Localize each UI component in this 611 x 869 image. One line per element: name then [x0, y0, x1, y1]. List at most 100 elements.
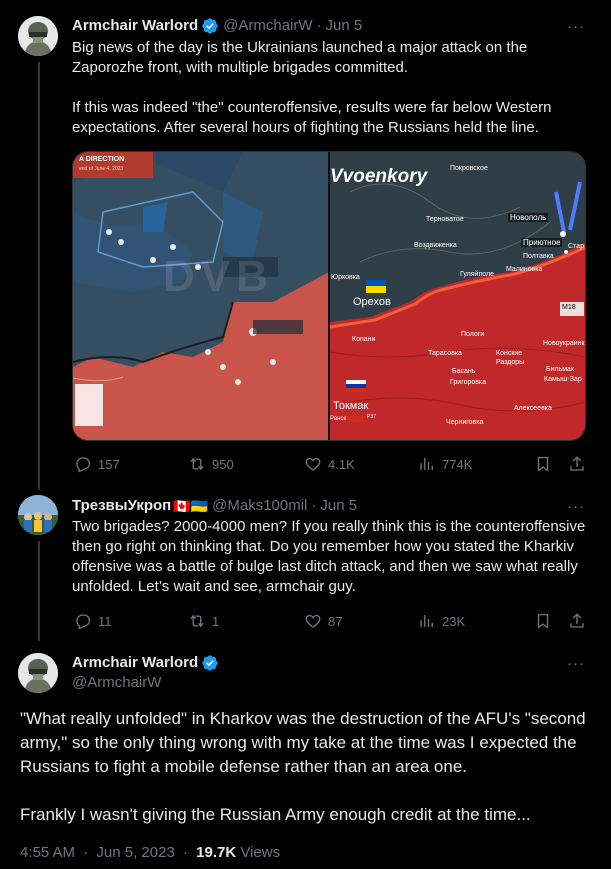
tweet-text: Two brigades? 2000-4000 men? If you real… — [72, 518, 586, 595]
map-label: Приютное — [521, 238, 563, 247]
tweet-date[interactable]: Jun 5 — [320, 496, 357, 516]
tweet-header: ТрезвыУкроп 🇨🇦🇺🇦 @Maks100mil · Jun 5 — [72, 496, 357, 516]
map-label: Копани — [352, 336, 376, 343]
avatar[interactable] — [18, 495, 58, 535]
views-icon — [420, 458, 433, 470]
tweet-paragraph: Big news of the day is the Ukrainians la… — [72, 39, 528, 76]
share-icon — [570, 456, 584, 471]
tweet-text: Big news of the day is the Ukrainians la… — [72, 38, 592, 138]
repost-icon — [190, 614, 204, 628]
reply-button[interactable]: 11 — [74, 611, 112, 631]
thread-line — [38, 62, 40, 490]
tweet-paragraph: Frankly I wasn't giving the Russian Army… — [20, 805, 531, 824]
road-label: M18 — [562, 304, 576, 311]
reply-icon — [76, 457, 91, 473]
more-options-icon[interactable]: ··· — [566, 16, 586, 36]
share-button[interactable] — [568, 611, 586, 631]
map-label: Орехов — [353, 296, 391, 308]
map-image-left[interactable]: A DIRECTION end of June 4, 2023 DVB — [73, 152, 328, 440]
share-button[interactable] — [568, 454, 586, 474]
views-icon — [420, 615, 433, 627]
author-handle[interactable]: @ArmchairW — [223, 16, 312, 36]
heart-icon — [305, 457, 321, 471]
more-options-icon[interactable]: ··· — [566, 653, 586, 673]
bookmark-icon — [537, 613, 549, 629]
tweet-header: Armchair Warlord @ArmchairW · Jun 5 — [72, 16, 362, 36]
bookmark-button[interactable] — [534, 454, 552, 474]
map-label: Гуляйполе — [460, 271, 494, 278]
author-name[interactable]: Armchair Warlord — [72, 653, 198, 673]
thread-line — [38, 541, 40, 641]
map-label: Алексеевка — [514, 405, 552, 412]
map-label: Покровское — [450, 165, 488, 172]
reply-button[interactable]: 157 — [74, 454, 120, 474]
like-button[interactable]: 87 — [304, 611, 342, 631]
verified-icon — [202, 18, 218, 34]
author-flags: 🇨🇦🇺🇦 — [173, 498, 209, 514]
author-name[interactable]: Armchair Warlord — [72, 16, 198, 36]
map-label: Полтавка — [523, 253, 554, 260]
map-label: Юрковка — [331, 274, 360, 281]
author-handle[interactable]: @Maks100mil — [212, 496, 307, 516]
author-name[interactable]: ТрезвыУкроп — [72, 496, 171, 516]
tweet-header-handle: @ArmchairW — [72, 673, 161, 693]
tweet-full-date[interactable]: Jun 5, 2023 — [96, 844, 174, 861]
map-label: Тарасовка — [428, 350, 462, 357]
reply-count: 157 — [98, 456, 120, 472]
map-label: Ранск — [330, 416, 347, 422]
views-button[interactable]: 23K — [418, 611, 465, 631]
avatar[interactable] — [18, 16, 58, 56]
separator-dot: · — [83, 844, 89, 861]
tweet-text: "What really unfolded" in Kharkov was th… — [20, 707, 600, 827]
map-label: Черниговка — [446, 419, 484, 426]
repost-button[interactable]: 1 — [188, 611, 219, 631]
more-options-icon[interactable]: ··· — [566, 496, 586, 516]
separator-dot: · — [182, 844, 188, 861]
repost-count: 1 — [212, 613, 220, 629]
map-label: Григоровка — [450, 379, 487, 386]
map-subtitle: end of June 4, 2023 — [79, 166, 124, 172]
map-label: Новополь — [508, 213, 549, 222]
views-button[interactable]: 774K — [418, 454, 472, 474]
map-label: Стар — [568, 243, 584, 250]
avatar[interactable] — [18, 653, 58, 693]
like-count: 4.1K — [328, 456, 355, 472]
map-label: Терноватое — [426, 216, 464, 223]
author-handle[interactable]: @ArmchairW — [72, 673, 161, 693]
tweet-header: Armchair Warlord — [72, 653, 223, 673]
map-logo: Vvoenkory — [330, 166, 428, 187]
view-count: 774K — [442, 456, 473, 472]
bookmark-button[interactable] — [534, 611, 552, 631]
repost-button[interactable]: 950 — [188, 454, 234, 474]
heart-icon — [305, 614, 321, 628]
bookmark-icon — [537, 456, 549, 472]
map-label: Пологи — [461, 331, 485, 338]
map-title: A DIRECTION — [79, 156, 125, 163]
map-watermark: DVB — [163, 252, 274, 301]
tweet-meta: 4:55 AM · Jun 5, 2023 · 19.7K Views — [20, 843, 280, 863]
separator-dot: · — [311, 497, 317, 514]
media-attachment[interactable]: A DIRECTION end of June 4, 2023 DVB Vvoe… — [72, 151, 586, 441]
map-label: Токмак — [333, 400, 369, 412]
view-count: 23K — [442, 613, 466, 629]
map-label: Камыш-Зар — [544, 376, 582, 383]
tweet-paragraph: "What really unfolded" in Kharkov was th… — [20, 709, 586, 776]
tweet-time[interactable]: 4:55 AM — [20, 844, 75, 861]
map-image-right[interactable]: Vvoenkory Покровское Терноватое Новополь… — [330, 152, 585, 440]
like-button[interactable]: 4.1K — [304, 454, 355, 474]
tweet-actions: 11 1 87 23K — [72, 611, 586, 631]
tweet-actions: 157 950 4.1K 774K — [72, 454, 586, 474]
road-label: P37 — [367, 414, 376, 420]
map-label: Воздвиженка — [414, 242, 457, 249]
map-label: Малиновка — [506, 266, 543, 273]
map-label: Конские Раздоры — [496, 350, 525, 366]
views-count[interactable]: 19.7K — [196, 844, 236, 861]
tweet-date[interactable]: Jun 5 — [326, 16, 363, 36]
map-label: Басань — [452, 368, 476, 375]
views-label: Views — [240, 844, 281, 861]
reply-icon — [76, 614, 91, 630]
verified-icon — [202, 655, 218, 671]
repost-count: 950 — [212, 456, 234, 472]
tweet-paragraph: If this was indeed "the" counteroffensiv… — [72, 99, 552, 136]
separator-dot: · — [316, 17, 322, 34]
